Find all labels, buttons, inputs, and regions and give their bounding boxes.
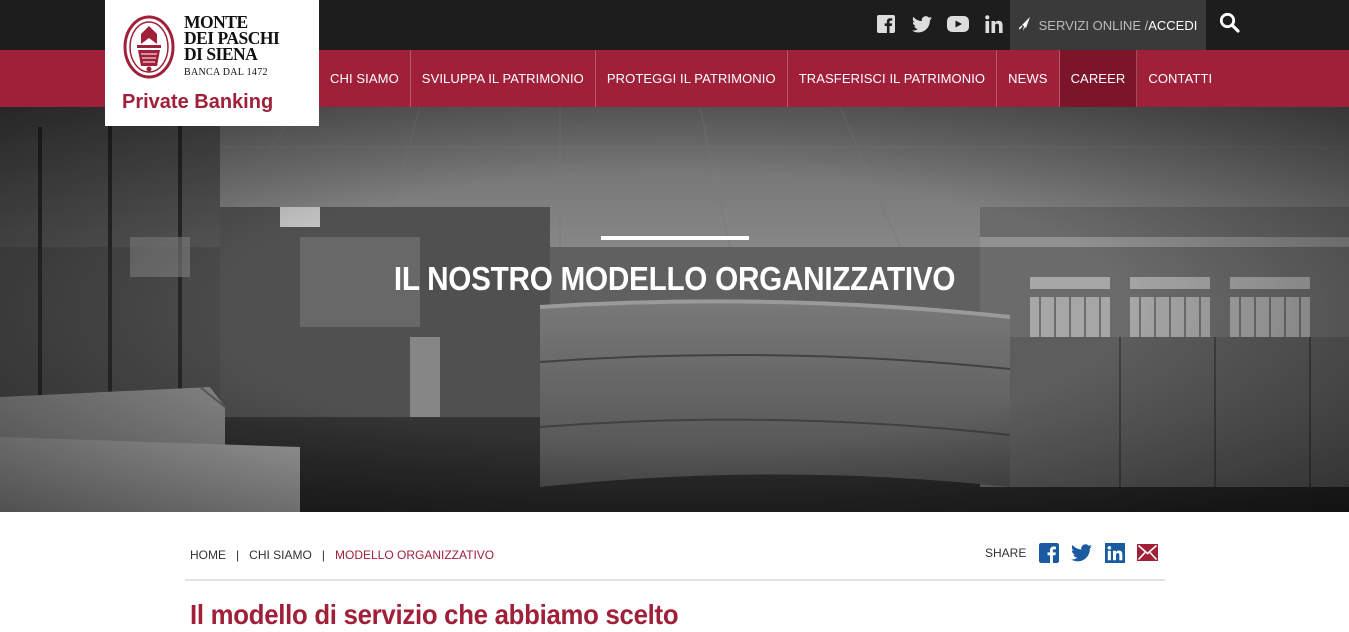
site-logo[interactable]: MONTE DEI PASCHI DI SIENA BANCA DAL 1472…	[105, 0, 319, 126]
nav-menu: CHI SIAMO SVILUPPA IL PATRIMONIO PROTEGG…	[319, 50, 1223, 107]
bank-name: MONTE DEI PASCHI DI SIENA	[184, 13, 280, 64]
nav-item-sviluppa-il-patrimonio[interactable]: SVILUPPA IL PATRIMONIO	[411, 50, 596, 107]
breadcrumb-space	[325, 548, 335, 562]
twitter-icon[interactable]	[911, 13, 933, 35]
hero-title-rule	[601, 236, 749, 240]
breadcrumb-space	[239, 548, 249, 562]
breadcrumb-current: MODELLO ORGANIZZATIVO	[334, 548, 495, 562]
breadcrumb-home[interactable]: HOME	[190, 548, 226, 562]
linkedin-icon[interactable]	[983, 13, 1005, 35]
nav-item-chi-siamo[interactable]: CHI SIAMO	[319, 50, 411, 107]
nav-item-proteggi-il-patrimonio[interactable]: PROTEGGI IL PATRIMONIO	[596, 50, 788, 107]
social-links	[875, 13, 1005, 35]
office-photo	[0, 107, 1349, 512]
private-banking-label: Private Banking	[122, 91, 274, 113]
nav-item-news[interactable]: NEWS	[997, 50, 1060, 107]
breadcrumb: HOME | CHI SIAMO | MODELLO ORGANIZZATIVO	[190, 548, 494, 562]
hero-banner: IL NOSTRO MODELLO ORGANIZZATIVO	[0, 107, 1349, 512]
twitter-icon[interactable]	[1071, 542, 1093, 563]
servizi-online-label: SERVIZI ONLINE /	[1038, 17, 1149, 33]
search-icon[interactable]	[1219, 12, 1243, 36]
share-bar: SHARE	[985, 542, 1170, 563]
email-icon[interactable]	[1137, 542, 1159, 563]
youtube-icon[interactable]	[947, 13, 969, 35]
facebook-icon[interactable]	[875, 13, 897, 35]
bank-name-line: DI SIENA	[184, 44, 258, 64]
linkedin-icon[interactable]	[1104, 542, 1125, 563]
bank-since: BANCA DAL 1472	[184, 67, 268, 78]
breadcrumb-chi-siamo[interactable]: CHI SIAMO	[249, 548, 312, 562]
facebook-icon[interactable]	[1038, 542, 1059, 563]
nav-item-contatti[interactable]: CONTATTI	[1137, 50, 1223, 107]
bank-seal-logo	[123, 14, 181, 85]
share-label: SHARE	[985, 545, 1027, 560]
servizi-online-button[interactable]: SERVIZI ONLINE / ACCEDI	[1010, 0, 1206, 50]
breadcrumb-separator	[312, 548, 322, 562]
nav-item-career[interactable]: CAREER	[1059, 50, 1138, 107]
nav-item-trasferisci-il-patrimonio[interactable]: TRASFERISCI IL PATRIMONIO	[788, 50, 998, 107]
breadcrumb-separator	[226, 548, 236, 562]
section-heading: Il modello di servizio che abbiamo scelt…	[190, 599, 679, 630]
page-title: IL NOSTRO MODELLO ORGANIZZATIVO	[393, 260, 956, 297]
rocket-icon	[1018, 16, 1031, 34]
accedi-label[interactable]: ACCEDI	[1148, 18, 1197, 33]
content-divider	[185, 579, 1165, 581]
